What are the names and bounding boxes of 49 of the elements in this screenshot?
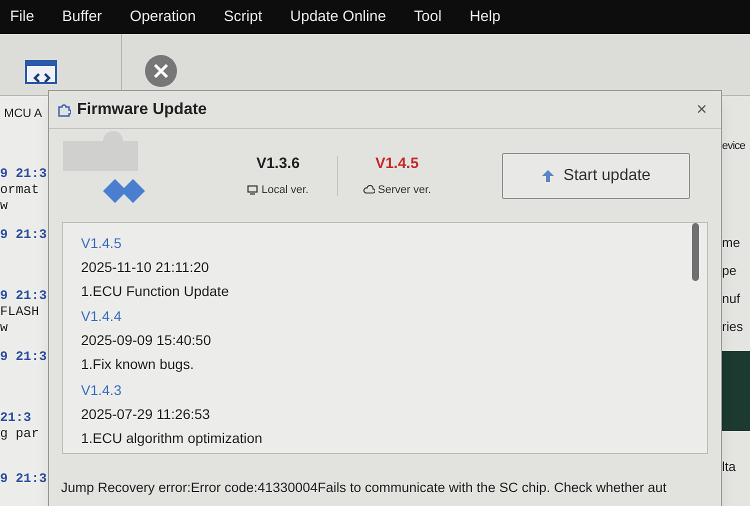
menu-item[interactable]: Buffer <box>62 6 102 28</box>
code-window-icon[interactable] <box>24 60 56 86</box>
close-icon[interactable] <box>144 54 178 88</box>
log-time: 9 21:3 <box>0 166 48 182</box>
start-update-button[interactable]: Start update <box>502 152 690 198</box>
field-label: me <box>722 234 742 252</box>
puzzle-icon <box>57 102 71 116</box>
cloud-icon <box>362 185 375 194</box>
menu-item[interactable]: Script <box>224 6 262 28</box>
log-text: FLASH <box>0 304 40 320</box>
local-version-label: Local ver. <box>261 182 309 198</box>
release-date: 2025-07-29 11:26:53 <box>81 404 211 424</box>
log-text: w <box>0 198 9 214</box>
monitor-icon <box>247 184 258 195</box>
release-note: 1.Fix known bugs. <box>81 355 195 374</box>
upload-arrow-icon <box>541 168 556 182</box>
field-label: ries <box>722 318 744 336</box>
close-button[interactable]: × <box>690 96 713 123</box>
dialog-title: Firmware Update <box>77 100 207 120</box>
log-text: w <box>0 320 9 336</box>
release-version: V1.4.3 <box>81 380 122 400</box>
menu-item[interactable]: Operation <box>130 6 196 28</box>
server-version-label: Server ver. <box>378 182 432 198</box>
release-date: 2025-09-09 15:40:50 <box>81 331 212 350</box>
release-note: 1.ECU algorithm optimization <box>81 428 264 448</box>
toolbar-label[interactable]: MCU A <box>4 104 42 122</box>
status-message: Jump Recovery error:Error code:41330004Fails to communicate with the SC chip. Check whether aut <box>61 479 668 497</box>
release-date: 2025-11-10 21:11:20 <box>81 258 210 277</box>
log-time: 9 21:3 <box>0 471 48 487</box>
log-time: 9 21:3 <box>0 349 48 365</box>
panel-label: evice <box>722 139 746 154</box>
server-version: V1.4.5 <box>375 154 419 174</box>
release-version: V1.4.4 <box>81 307 122 326</box>
log-text: ormat <box>0 182 40 198</box>
log-time: 9 21:3 <box>0 288 48 304</box>
log-text: g par <box>0 426 40 442</box>
panel-label: lta <box>722 458 737 476</box>
release-note: 1.ECU Function Update <box>81 282 230 301</box>
field-label: nuf <box>722 290 742 308</box>
menu-item[interactable]: Update Online <box>290 6 386 28</box>
log-time: 21:3 <box>0 410 32 426</box>
menu-item[interactable]: Help <box>470 6 500 28</box>
release-version: V1.4.5 <box>81 234 122 253</box>
local-version: V1.3.6 <box>256 154 300 174</box>
scrollbar-thumb[interactable] <box>692 223 699 281</box>
menu-item[interactable]: File <box>10 6 34 28</box>
field-label: pe <box>722 262 738 280</box>
log-time: 9 21:3 <box>0 227 48 243</box>
menu-item[interactable]: Tool <box>414 6 442 28</box>
